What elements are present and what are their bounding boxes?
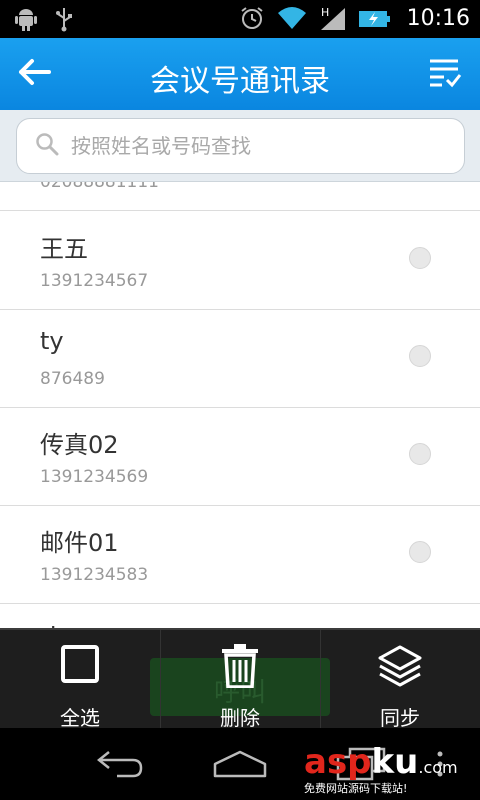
trash-icon	[220, 644, 260, 689]
layers-icon	[377, 644, 423, 688]
select-all-button[interactable]: 全选	[0, 630, 160, 730]
watermark-subtitle: 免费网站源码下载站!	[304, 782, 408, 795]
contact-phone: 1391234567	[40, 271, 149, 291]
search-icon	[35, 132, 59, 160]
delete-label: 删除	[220, 706, 260, 730]
watermark-brand: aspku.com	[304, 742, 458, 782]
app-bar: 会议号通讯录	[0, 38, 480, 110]
contact-name: ty	[40, 327, 64, 355]
contact-phone: 1391234583	[40, 565, 149, 585]
page-title: 会议号通讯录	[150, 64, 330, 99]
list-item[interactable]: 邮件01 1391234583	[0, 505, 480, 604]
nav-back-button[interactable]	[84, 746, 154, 786]
bottom-toolbar: 呼叫 全选 删除 同步	[0, 628, 480, 730]
watermark: aspku.com 免费网站源码下载站!	[304, 740, 474, 796]
select-all-label: 全选	[60, 706, 100, 730]
sync-button[interactable]: 同步	[320, 630, 480, 730]
search-input[interactable]	[71, 134, 431, 158]
wifi-icon	[277, 5, 307, 31]
list-item[interactable]: 02088881111	[0, 182, 480, 211]
status-bar: H 10:16	[0, 0, 480, 38]
contact-phone: 02088881111	[40, 182, 159, 192]
list-item[interactable]: 王五 1391234567	[0, 211, 480, 310]
list-item[interactable]: 传真02 1391234569	[0, 407, 480, 506]
contact-phone: 1391234569	[40, 467, 149, 487]
alarm-icon	[239, 5, 265, 31]
select-list-button[interactable]	[424, 54, 466, 94]
home-nav-icon	[212, 749, 268, 783]
sync-label: 同步	[380, 706, 420, 730]
select-radio[interactable]	[409, 443, 431, 465]
android-debug-icon	[14, 6, 38, 32]
contact-name: 邮件01	[40, 529, 119, 557]
search-box[interactable]	[16, 118, 465, 174]
usb-icon	[54, 6, 74, 32]
list-item[interactable]: rty	[0, 603, 480, 628]
status-time: 10:16	[406, 5, 470, 31]
nav-home-button[interactable]	[205, 746, 275, 786]
select-radio[interactable]	[409, 247, 431, 269]
list-item[interactable]: ty 876489	[0, 309, 480, 408]
svg-text:H: H	[321, 6, 329, 19]
signal-h-icon: H	[319, 4, 347, 32]
select-radio[interactable]	[409, 345, 431, 367]
select-list-icon	[428, 56, 462, 92]
contact-name: 王五	[40, 235, 88, 263]
checkbox-icon	[60, 644, 100, 688]
back-nav-icon	[93, 749, 145, 783]
battery-charging-icon	[358, 7, 391, 29]
delete-button[interactable]: 删除	[160, 630, 320, 730]
select-radio[interactable]	[409, 541, 431, 563]
contact-name: rty	[40, 621, 73, 628]
contact-phone: 876489	[40, 369, 105, 389]
contact-list: 02088881111 王五 1391234567 ty 876489 传真02…	[0, 182, 480, 628]
search-bar	[0, 110, 480, 182]
contact-name: 传真02	[40, 431, 119, 459]
